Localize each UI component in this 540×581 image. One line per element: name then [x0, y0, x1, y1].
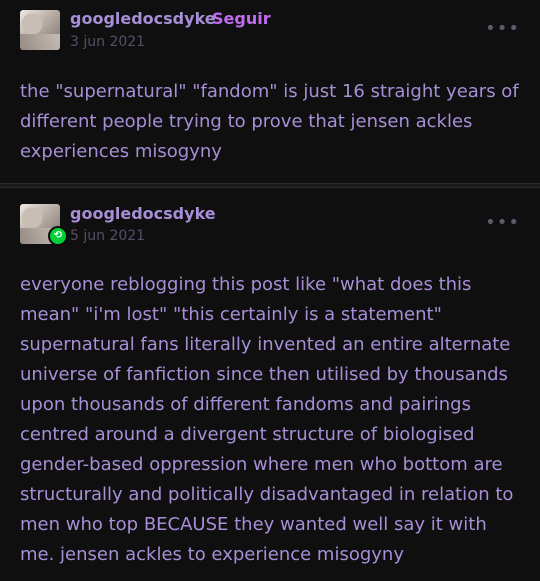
post-reblog: googledocsdyke 5 jun 2021 ••• everyone r…	[0, 188, 540, 581]
avatar[interactable]	[20, 10, 60, 50]
post-body: everyone reblogging this post like "what…	[20, 274, 514, 565]
username[interactable]: googledocsdyke	[70, 9, 216, 28]
follow-button[interactable]: Seguir	[212, 9, 271, 28]
post-body: the "supernatural" "fandom" is just 16 s…	[20, 81, 519, 162]
ellipsis-icon[interactable]: •••	[485, 20, 520, 38]
ellipsis-icon[interactable]: •••	[485, 214, 520, 232]
post-date[interactable]: 3 jun 2021	[70, 34, 145, 50]
reblog-icon: ⟲	[48, 226, 68, 246]
post-original: googledocsdyke Seguir 3 jun 2021 ••• the…	[0, 0, 540, 183]
username[interactable]: googledocsdyke	[70, 204, 216, 223]
post-date[interactable]: 5 jun 2021	[70, 228, 145, 244]
